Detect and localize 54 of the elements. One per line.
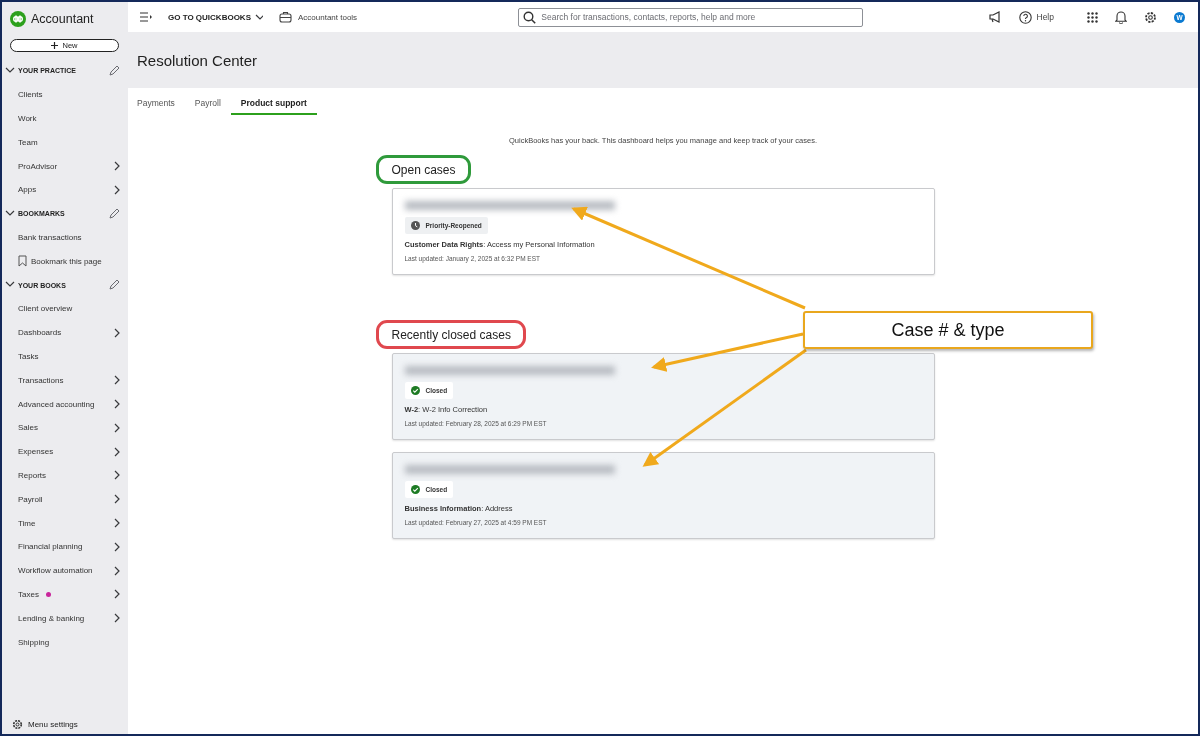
check-circle-icon — [410, 386, 420, 395]
bell-icon[interactable] — [1115, 10, 1127, 24]
sidebar-item[interactable]: Transactions — [2, 368, 128, 393]
sidebar-item[interactable]: Payroll — [2, 487, 128, 512]
sidebar-item[interactable]: Tasks — [2, 344, 128, 369]
plus-icon — [51, 42, 59, 49]
sidebar-item[interactable]: Workflow automation — [2, 558, 128, 583]
menu-settings-link[interactable]: Menu settings — [2, 719, 128, 730]
sidebar-item[interactable]: Apps — [2, 178, 128, 202]
section-heading: Recently closed cases — [375, 320, 526, 349]
help-button[interactable]: Help — [1018, 10, 1054, 24]
sidebar-item[interactable]: Bank transactions — [2, 225, 128, 250]
apps-grid-icon[interactable] — [1087, 11, 1098, 23]
sidebar-item[interactable]: Team — [2, 130, 128, 155]
sidebar-item[interactable]: Reports — [2, 463, 128, 488]
menu-icon[interactable] — [140, 12, 152, 22]
settings-icon — [12, 719, 23, 730]
help-icon — [1018, 10, 1032, 24]
pencil-icon[interactable] — [108, 64, 120, 77]
accountant-tools-button[interactable]: Accountant tools — [278, 11, 358, 23]
sidebar-item[interactable]: Time — [2, 511, 128, 535]
check-circle-icon — [410, 485, 420, 494]
section-heading: Open cases — [375, 155, 471, 184]
search-icon — [523, 10, 537, 24]
search-field[interactable]: Search for transactions, contacts, reports, help and more — [518, 7, 864, 27]
bookmark-icon — [18, 255, 27, 268]
sidebar-item[interactable]: Expenses — [2, 439, 128, 464]
sidebar-item[interactable]: Bookmark this page — [2, 249, 128, 274]
pencil-icon[interactable] — [108, 279, 120, 292]
sidebar-item[interactable]: Financial planning — [2, 534, 128, 559]
sidebar-item[interactable]: Shipping — [2, 630, 128, 654]
tab[interactable]: Payroll — [184, 98, 231, 115]
sidebar-item[interactable]: Advanced accounting — [2, 392, 128, 416]
sidebar-item[interactable]: Dashboards — [2, 320, 128, 345]
page-title: Resolution Center — [137, 51, 258, 69]
chevron-down-icon — [254, 13, 263, 21]
sidebar-item[interactable]: Sales — [2, 415, 128, 440]
briefcase-icon — [278, 11, 292, 23]
go-to-menu[interactable]: GO TO QUICKBOOKS — [168, 12, 263, 22]
sidebar-item[interactable]: Clients — [2, 82, 128, 107]
tab[interactable]: Product support — [230, 98, 317, 115]
sidebar-item[interactable]: ProAdvisor — [2, 154, 128, 178]
sidebar-item[interactable]: Lending & banking — [2, 606, 128, 631]
sidebar-item[interactable]: Taxes — [2, 582, 128, 607]
clock-icon — [410, 221, 420, 230]
sidebar-item[interactable]: Client overview — [2, 296, 128, 321]
tab[interactable]: Payments — [137, 98, 185, 115]
app-name: Accountant — [31, 11, 94, 26]
logo-icon — [10, 10, 26, 27]
annotation-callout: Case # & type — [803, 311, 1093, 349]
pencil-icon[interactable] — [108, 207, 120, 220]
settings-icon[interactable] — [1144, 10, 1157, 24]
megaphone-icon[interactable] — [988, 11, 1002, 23]
sidebar-item[interactable]: Work — [2, 106, 128, 131]
